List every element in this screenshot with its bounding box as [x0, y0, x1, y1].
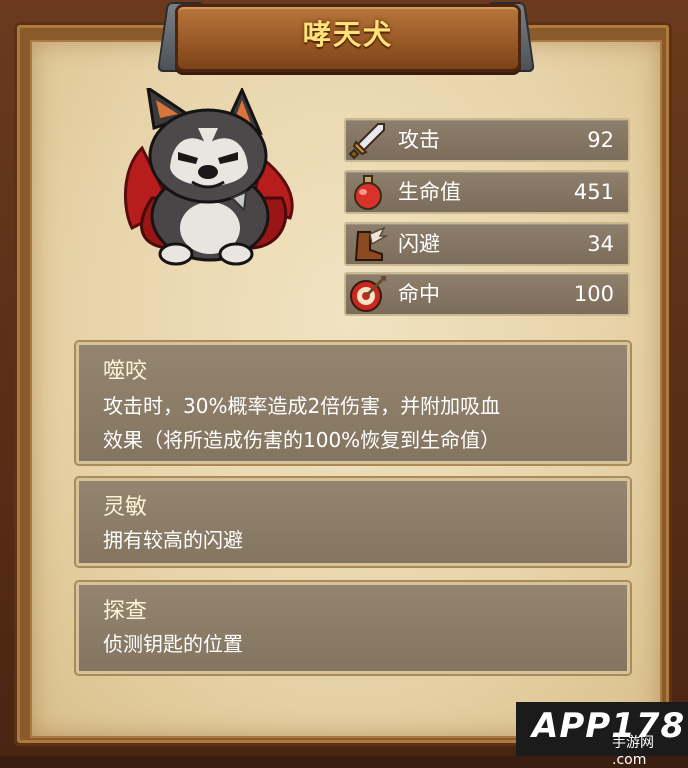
skill-name: 噬咬: [103, 359, 148, 384]
husky-dog-icon: [123, 84, 294, 266]
stat-row-hp: 生命值 451: [344, 170, 630, 214]
stat-row-attack: 攻击 92: [344, 118, 630, 162]
stat-label: 闪避: [398, 232, 440, 256]
skill-panel-bite: 噬咬 攻击时，30%概率造成2倍伤害，并附加吸血 效果（将所造成伤害的100%恢…: [76, 342, 630, 464]
skill-panel-detect: 探查 侦测钥匙的位置: [76, 582, 630, 674]
skill-desc-line: 效果（将所造成伤害的100%恢复到生命值）: [103, 428, 501, 452]
skill-desc-line: 拥有较高的闪避: [103, 528, 243, 552]
stat-value: 100: [573, 282, 614, 306]
skill-description: 侦测钥匙的位置: [103, 627, 613, 661]
skill-name: 灵敏: [103, 495, 148, 520]
stat-value: 92: [587, 128, 614, 152]
winged-boot-icon: [354, 226, 388, 261]
potion-icon: [354, 175, 382, 210]
stat-label: 生命值: [398, 180, 461, 204]
watermark-subtext: 手游网 .com: [612, 735, 654, 768]
stat-row-evasion: 闪避 34: [344, 222, 630, 266]
skill-desc-line: 攻击时，30%概率造成2倍伤害，并附加吸血: [103, 394, 501, 418]
stat-label: 命中: [398, 282, 440, 306]
target-icon: [350, 276, 386, 312]
site-watermark: APP178 手游网 .com: [516, 702, 688, 768]
sword-icon: [348, 123, 385, 160]
skill-name: 探查: [103, 599, 148, 624]
pet-title: 哮天犬: [302, 18, 393, 51]
skill-desc-line: 侦测钥匙的位置: [103, 632, 243, 656]
stat-row-accuracy: 命中 100: [344, 272, 630, 316]
stat-value: 451: [573, 180, 614, 204]
stat-value: 34: [587, 232, 614, 256]
stat-label: 攻击: [398, 128, 440, 152]
pet-portrait: [112, 84, 308, 284]
skill-description: 攻击时，30%概率造成2倍伤害，并附加吸血 效果（将所造成伤害的100%恢复到生…: [103, 389, 613, 457]
skill-panel-agile: 灵敏 拥有较高的闪避: [76, 478, 630, 566]
skill-description: 拥有较高的闪避: [103, 523, 613, 557]
